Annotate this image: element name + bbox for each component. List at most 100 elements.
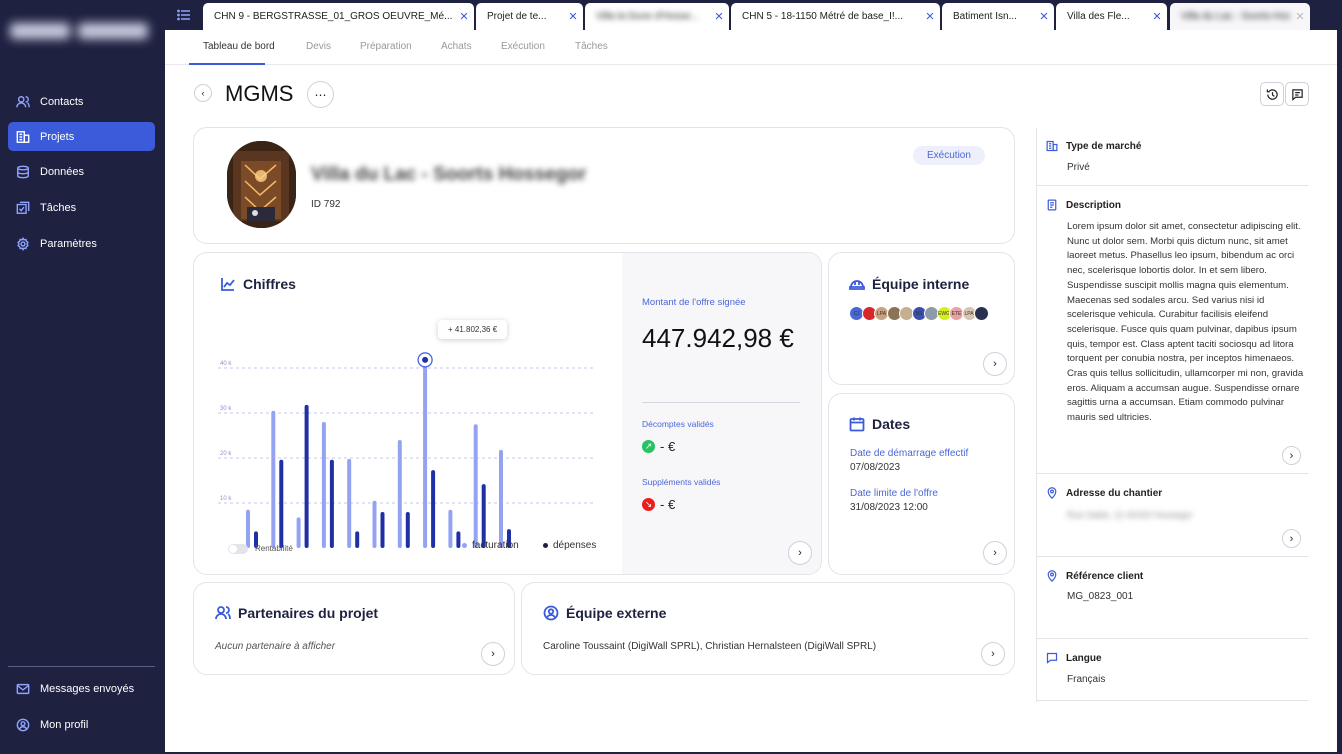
start-date-label: Date de démarrage effectif (850, 448, 969, 459)
tab-document[interactable]: CHN 5 - 18-1150 Métré de base_I!... × (731, 3, 940, 30)
bar-depenses[interactable] (380, 512, 385, 548)
tab-document[interactable]: Villa la Dune d'Hosse... × (585, 3, 729, 30)
equipe-externe-open-button[interactable]: › (981, 642, 1005, 666)
tab-execution[interactable]: Exécution (501, 41, 545, 52)
supplements-value: - € (660, 497, 676, 512)
chiffres-title: Chiffres (243, 276, 296, 292)
bar-facturation[interactable] (397, 440, 402, 548)
tab-document[interactable]: Projet de te... × (476, 3, 583, 30)
bar-depenses[interactable] (279, 459, 284, 548)
bar-facturation[interactable] (246, 509, 250, 548)
highlight-point-dot (422, 356, 429, 363)
tab-label: Batiment Isn... (953, 11, 1017, 22)
app-logo (10, 14, 160, 48)
bar-facturation[interactable] (448, 509, 453, 548)
reference-value: MG_0823_001 (1067, 591, 1134, 602)
project-id: ID 792 (311, 199, 341, 210)
sidebar-item-label: Paramètres (40, 237, 97, 250)
sidebar-item-projets[interactable]: Projets (8, 122, 155, 151)
equipe-externe-title: Équipe externe (566, 605, 667, 621)
bar-depenses[interactable] (329, 459, 334, 548)
bar-depenses[interactable] (405, 512, 410, 548)
montant-panel: Montant de l'offre signée 447.942,98 € D… (622, 253, 821, 574)
divider (1036, 473, 1308, 474)
tab-preparation[interactable]: Préparation (360, 41, 412, 52)
bar-facturation[interactable] (423, 359, 428, 548)
divider (1036, 638, 1308, 639)
type-marche-heading: Type de marché (1046, 140, 1141, 152)
sidebar-item-contacts[interactable]: Contacts (8, 87, 155, 116)
description-label: Description (1066, 199, 1122, 211)
dates-title: Dates (872, 416, 911, 432)
bar-chart: 40 k 30 k 20 k 10 k (218, 352, 596, 548)
divider (1036, 700, 1308, 701)
sidebar-item-profil[interactable]: Mon profil (8, 710, 155, 739)
chevron-right-icon: › (991, 648, 995, 660)
bar-facturation[interactable] (321, 422, 326, 548)
rentabilite-label: Rentabilité (255, 544, 293, 553)
bar-depenses[interactable] (456, 531, 461, 548)
sidebar-item-donnees[interactable]: Données (8, 157, 155, 186)
tab-document[interactable]: Batiment Isn... × (942, 3, 1054, 30)
bar-depenses[interactable] (304, 404, 309, 548)
close-icon[interactable]: × (1147, 9, 1167, 24)
tab-document[interactable]: CHN 9 - BERGSTRASSE_01_GROS OEUVRE_Mé...… (203, 3, 474, 30)
chevron-right-icon: › (1289, 532, 1294, 545)
sidebar-item-label: Messages envoyés (40, 682, 135, 695)
back-button[interactable]: ‹ (194, 84, 212, 102)
sidebar-item-taches[interactable]: Tâches (8, 193, 155, 222)
close-icon[interactable]: × (709, 9, 729, 24)
bar-facturation[interactable] (372, 500, 377, 548)
tab-devis[interactable]: Devis (306, 41, 331, 52)
status-badge: Exécution (913, 146, 985, 165)
legend-label: dépenses (553, 540, 597, 551)
partenaires-open-button[interactable]: › (481, 642, 505, 666)
close-icon[interactable]: × (1034, 9, 1054, 24)
tab-taches[interactable]: Tâches (575, 41, 608, 52)
tab-tableau-de-bord[interactable]: Tableau de bord (203, 41, 275, 52)
history-icon (1266, 88, 1278, 100)
rentabilite-toggle[interactable] (228, 544, 248, 554)
bar-facturation[interactable] (347, 458, 352, 548)
project-name: Villa du Lac - Soorts Hossegor (311, 164, 587, 185)
reference-heading: Référence client (1046, 570, 1143, 582)
bar-depenses[interactable] (355, 531, 360, 548)
partenaires-empty: Aucun partenaire à afficher (215, 641, 336, 652)
tab-document[interactable]: Villa des Fle... × (1056, 3, 1167, 30)
adresse-open-button[interactable]: › (1282, 529, 1301, 548)
close-icon[interactable]: × (454, 9, 474, 24)
chiffres-open-button[interactable]: › (788, 541, 812, 565)
bar-depenses[interactable] (481, 484, 486, 548)
list-menu-icon[interactable] (177, 8, 191, 22)
close-icon[interactable]: × (920, 9, 940, 24)
history-button[interactable] (1260, 82, 1284, 106)
close-icon[interactable]: × (563, 9, 583, 24)
bar-facturation[interactable] (271, 410, 276, 548)
close-icon[interactable]: × (1290, 9, 1310, 24)
dates-open-button[interactable]: › (983, 541, 1007, 565)
arrow-up-icon: ↗ (642, 440, 655, 453)
bar-facturation[interactable] (296, 517, 301, 548)
bar-facturation[interactable] (473, 424, 478, 548)
bar-depenses[interactable] (431, 470, 436, 548)
legend-facturation: facturation (462, 540, 519, 551)
sidebar-item-parametres[interactable]: Paramètres (8, 229, 155, 258)
helmet-icon (849, 280, 865, 290)
avatar[interactable] (974, 306, 989, 321)
bar-facturation[interactable] (499, 449, 503, 548)
tab-active[interactable]: Villa du Lac - Soorts-Hossegor× (1170, 3, 1310, 30)
decomptes-row: ↗ - € (642, 439, 675, 454)
sidebar-item-label: Mon profil (40, 718, 89, 731)
type-marche-label: Type de marché (1066, 140, 1142, 152)
montant-value: 447.942,98 € (642, 323, 794, 353)
comments-button[interactable] (1285, 82, 1309, 106)
equipe-interne-open-button[interactable]: › (983, 352, 1007, 376)
chevron-right-icon: › (1289, 449, 1294, 462)
y-tick-label: 20 k (220, 451, 232, 457)
team-avatars: CJ LPA NS EWG ETE LPA (849, 306, 999, 322)
tab-achats[interactable]: Achats (441, 41, 472, 52)
sidebar-item-messages[interactable]: Messages envoyés (8, 674, 155, 703)
description-open-button[interactable]: › (1282, 446, 1301, 465)
arrow-down-icon: ↘ (642, 498, 655, 511)
more-options-button[interactable]: ⋯ (307, 81, 334, 108)
